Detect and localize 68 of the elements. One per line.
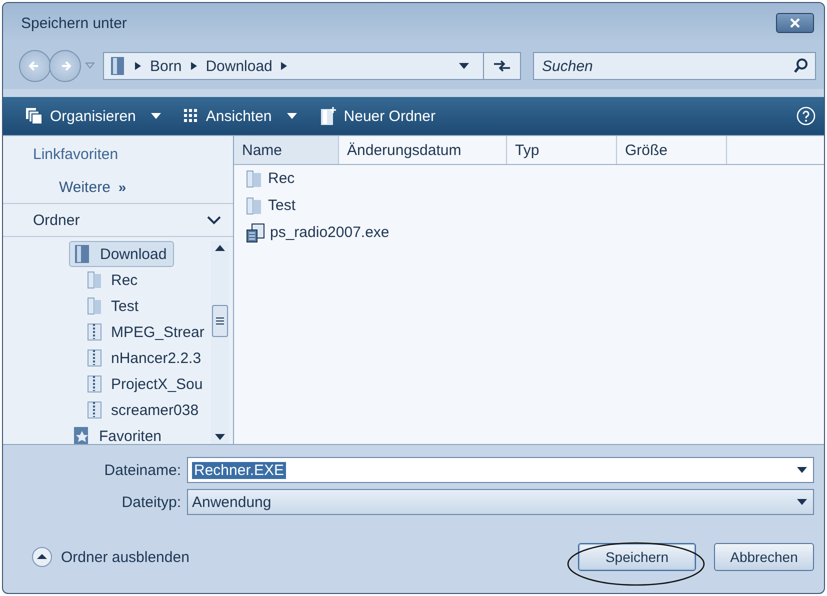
scrollbar[interactable] <box>211 241 229 444</box>
scroll-up-icon[interactable] <box>215 245 225 251</box>
zip-folder-icon <box>87 349 103 367</box>
folder-icon <box>246 170 264 188</box>
tree-item[interactable]: Test <box>87 293 211 319</box>
folder-icon <box>246 196 264 214</box>
refresh-icon[interactable] <box>492 59 512 73</box>
scroll-down-icon[interactable] <box>215 434 225 440</box>
column-header[interactable]: Änderungsdatum <box>339 136 507 164</box>
dropdown-icon[interactable] <box>797 499 807 505</box>
tree-item[interactable]: Rec <box>87 267 211 293</box>
breadcrumb[interactable]: Download <box>206 58 272 74</box>
hide-folders-button[interactable]: Ordner ausblenden <box>31 546 190 568</box>
tree-item[interactable]: Favoriten <box>69 423 168 444</box>
folder-icon <box>74 244 92 264</box>
folder-icon <box>87 297 103 315</box>
collapse-icon[interactable] <box>31 546 53 568</box>
search-icon[interactable] <box>793 58 809 74</box>
column-header[interactable]: Größe <box>617 136 727 164</box>
zip-folder-icon <box>87 401 103 419</box>
chevron-icon[interactable] <box>280 61 288 71</box>
views-button[interactable]: Ansichten <box>176 104 303 128</box>
caret-icon[interactable] <box>150 113 161 119</box>
search-field[interactable]: Suchen <box>533 52 816 80</box>
folder-icon <box>87 271 103 289</box>
field-label: Dateityp: <box>120 494 182 510</box>
chevron-down-icon[interactable] <box>207 216 221 224</box>
section-title: Linkfavoriten <box>32 146 120 163</box>
scroll-thumb[interactable] <box>212 305 228 337</box>
close-icon[interactable] <box>788 18 802 28</box>
address-bar[interactable]: Born Download <box>103 52 521 80</box>
folders-header[interactable]: Ordner <box>3 204 233 237</box>
tree-item[interactable]: ProjectX_Sou <box>87 371 211 397</box>
pages-icon[interactable] <box>25 107 43 125</box>
tree-item[interactable]: nHancer2.2.3 <box>87 345 211 371</box>
dropdown-icon[interactable] <box>797 467 807 473</box>
tree-item[interactable]: Download <box>69 241 174 267</box>
new-folder-icon[interactable] <box>318 106 337 126</box>
file-row[interactable]: Rec <box>234 165 295 192</box>
chevron-icon[interactable] <box>190 61 198 71</box>
installer-icon <box>246 222 266 242</box>
back-button[interactable] <box>19 50 51 82</box>
folder-icon <box>110 56 126 76</box>
zip-folder-icon <box>87 323 103 341</box>
grid-icon[interactable] <box>182 108 199 124</box>
breadcrumb[interactable]: Born <box>150 58 182 74</box>
organize-button[interactable]: Organisieren <box>19 103 167 129</box>
file-row[interactable]: ps_radio2007.exe <box>234 219 390 246</box>
tree-item[interactable]: MPEG_Strear <box>87 319 211 345</box>
dropdown-icon[interactable] <box>459 63 469 69</box>
chevron-icon[interactable] <box>134 61 142 71</box>
new-folder-button[interactable]: Neuer Ordner <box>312 102 442 130</box>
zip-folder-icon <box>87 375 103 393</box>
help-button[interactable] <box>796 106 816 126</box>
filename-field[interactable]: Rechner.EXE <box>187 457 814 483</box>
save-button[interactable]: Speichern <box>578 543 696 571</box>
field-label: Dateiname: <box>103 462 182 478</box>
file-row[interactable]: Test <box>234 192 296 219</box>
window-title: Speichern unter <box>21 14 127 32</box>
forward-button[interactable] <box>49 50 81 82</box>
tree-item[interactable]: screamer038 <box>87 397 211 423</box>
caret-icon[interactable] <box>286 113 297 119</box>
column-header[interactable]: Typ <box>507 136 617 164</box>
more-link[interactable]: Weitere » <box>3 179 233 196</box>
filetype-dropdown[interactable]: Anwendung <box>187 489 814 515</box>
column-header[interactable]: Name <box>234 136 339 164</box>
cancel-button[interactable]: Abbrechen <box>714 543 814 571</box>
close-button[interactable] <box>776 13 814 33</box>
